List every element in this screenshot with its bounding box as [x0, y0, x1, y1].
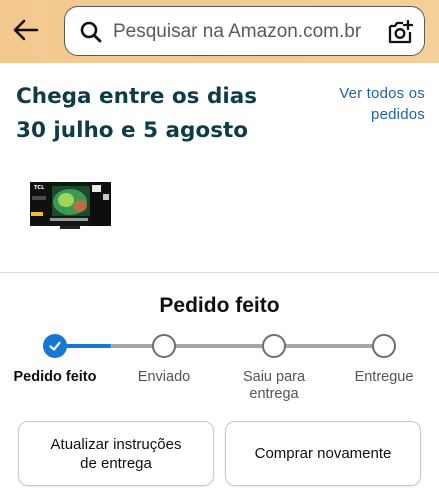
arrow-left-icon [13, 19, 39, 41]
delivery-estimate-title: Chega entre os dias 30 julho e 5 agosto [16, 84, 258, 143]
step-shipped-label: Enviado [137, 369, 191, 385]
step-ordered-dot [43, 334, 67, 358]
update-delivery-instructions-label: Atualizar instruções de entrega [50, 435, 182, 472]
camera-icon[interactable] [386, 18, 414, 46]
step-delivered-label: Entregue [354, 369, 414, 385]
buy-again-label: Comprar novamente [254, 445, 392, 462]
section-divider [0, 272, 439, 273]
tv-brand-mark: TCL [34, 185, 45, 191]
search-input[interactable] [113, 19, 373, 45]
step-shipped-dot [152, 334, 176, 358]
order-status-title: Pedido feito [159, 294, 280, 317]
tv-product-thumbnail[interactable]: TCL [30, 182, 111, 231]
buy-again-button[interactable]: Comprar novamente [225, 421, 421, 486]
step-out-for-delivery-label: Saiu para entrega [242, 369, 306, 402]
step-delivered-dot [372, 334, 396, 358]
step-out-for-delivery-dot [262, 334, 286, 358]
checkmark-icon [49, 341, 61, 351]
search-bar[interactable] [64, 6, 425, 56]
step-ordered-label: Pedido feito [13, 369, 97, 385]
view-all-orders-link[interactable]: Ver todos os pedidos [315, 83, 425, 125]
search-icon[interactable] [79, 20, 103, 44]
back-button[interactable] [10, 14, 42, 46]
app-header [0, 0, 439, 63]
update-delivery-instructions-button[interactable]: Atualizar instruções de entrega [18, 421, 214, 486]
